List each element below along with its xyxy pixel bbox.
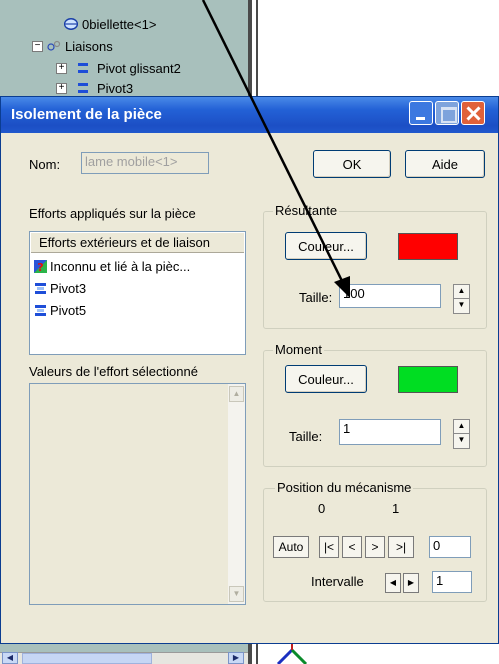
dialog-titlebar[interactable]: Isolement de la pièce — [1, 97, 498, 133]
moment-size-spinner[interactable]: ▲ ▼ — [453, 419, 470, 449]
resultante-title: Résultante — [273, 203, 340, 218]
joint-icon — [35, 304, 46, 316]
expand-icon[interactable]: + — [56, 62, 67, 74]
spin-up-icon[interactable]: ▲ — [454, 285, 469, 299]
isolement-dialog: Isolement de la pièce Nom: lame mobile<1… — [0, 96, 499, 644]
spin-down-icon[interactable]: ▼ — [454, 299, 469, 313]
joints-icon — [47, 40, 61, 51]
aide-button[interactable]: Aide — [405, 150, 485, 178]
position-title: Position du mécanisme — [275, 480, 414, 495]
moment-size-input[interactable]: 1 — [339, 419, 441, 445]
last-button[interactable]: >| — [388, 536, 414, 558]
scrollbar-thumb[interactable] — [22, 653, 152, 664]
collapse-icon[interactable]: − — [32, 40, 43, 52]
intervalle-label: Intervalle — [311, 574, 364, 589]
list-item[interactable]: Pivot5 — [34, 300, 86, 320]
joint-icon — [35, 282, 46, 294]
ok-button[interactable]: OK — [313, 150, 391, 178]
next-button[interactable]: > — [365, 536, 385, 558]
resultante-size-input[interactable]: 100 — [339, 284, 441, 308]
list-item-label: Inconnu et lié à la pièc... — [50, 258, 191, 274]
expand-icon[interactable]: + — [56, 82, 67, 94]
efforts-list[interactable]: Efforts extérieurs et de liaison ? Incon… — [29, 231, 246, 355]
scroll-left-icon[interactable]: ◀ — [2, 652, 18, 664]
list-item-label: Pivot5 — [50, 302, 87, 318]
efforts-label: Efforts appliqués sur la pièce — [29, 206, 196, 221]
close-button[interactable] — [461, 101, 485, 125]
resultante-size-label: Taille: — [299, 290, 333, 305]
tree-item-pivot3[interactable]: + Pivot3 — [56, 80, 133, 96]
tree-item-biellette[interactable]: 0biellette<1> — [64, 14, 156, 34]
moment-color-button[interactable]: Couleur... — [285, 365, 367, 393]
resultante-color-swatch — [398, 233, 458, 260]
maximize-button[interactable] — [435, 101, 459, 125]
effort-values-box[interactable]: ▲ ▼ — [29, 383, 246, 605]
previous-button[interactable]: < — [342, 536, 362, 558]
list-item[interactable]: Pivot3 — [34, 278, 86, 298]
part-icon — [64, 18, 78, 30]
tree-item-label: Liaisons — [65, 38, 113, 54]
intervalle-input[interactable]: 1 — [432, 571, 472, 593]
joint-icon — [78, 63, 88, 73]
list-item[interactable]: ? Inconnu et lié à la pièc... — [34, 256, 190, 276]
joint-icon — [78, 83, 88, 93]
spin-up-icon[interactable]: ▲ — [454, 420, 469, 434]
svg-text:?: ? — [37, 261, 43, 273]
interval-increase-icon[interactable]: ▶ — [403, 573, 419, 593]
list-column-header[interactable]: Efforts extérieurs et de liaison — [31, 233, 244, 253]
minimize-button[interactable] — [409, 101, 433, 125]
first-button[interactable]: |< — [319, 536, 339, 558]
tree-item-label: Pivot3 — [97, 80, 134, 96]
position-start-value: 0 — [318, 501, 326, 516]
moment-color-swatch — [398, 366, 458, 393]
moment-title: Moment — [273, 342, 324, 357]
resultante-size-spinner[interactable]: ▲ ▼ — [453, 284, 470, 314]
scroll-up-icon[interactable]: ▲ — [229, 386, 244, 402]
tree-item-liaisons[interactable]: − Liaisons — [32, 36, 113, 56]
valeurs-label: Valeurs de l'effort sélectionné — [29, 364, 198, 379]
nom-label: Nom: — [29, 157, 61, 172]
position-end-value: 1 — [392, 501, 400, 516]
scroll-down-icon[interactable]: ▼ — [229, 586, 244, 602]
vertical-scrollbar[interactable]: ▲ ▼ — [228, 384, 245, 604]
interval-decrease-icon[interactable]: ◀ — [385, 573, 401, 593]
tree-item-pivot-glissant2[interactable]: + Pivot glissant2 — [56, 58, 181, 78]
position-step-input[interactable]: 0 — [429, 536, 471, 558]
tree-item-label: Pivot glissant2 — [97, 60, 181, 76]
auto-button[interactable]: Auto — [273, 536, 309, 558]
scroll-right-icon[interactable]: ▶ — [228, 652, 244, 664]
unknown-effort-icon: ? — [34, 259, 47, 273]
spin-down-icon[interactable]: ▼ — [454, 434, 469, 448]
moment-size-label: Taille: — [289, 429, 323, 444]
dialog-title: Isolement de la pièce — [11, 106, 162, 123]
tree-item-label: 0biellette<1> — [82, 16, 157, 32]
nom-field: lame mobile<1> — [81, 152, 209, 174]
list-item-label: Pivot3 — [50, 280, 87, 296]
resultante-color-button[interactable]: Couleur... — [285, 232, 367, 260]
